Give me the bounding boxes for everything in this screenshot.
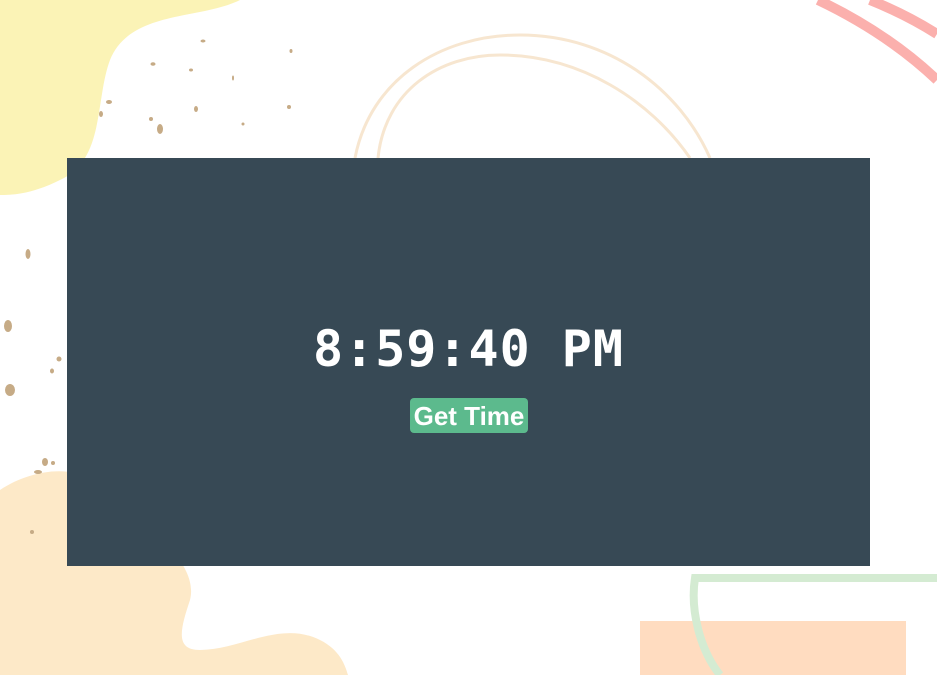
- get-time-button[interactable]: Get Time: [409, 398, 529, 433]
- time-display: 8:59:40 PM: [312, 320, 625, 378]
- pink-stripe-shape: [868, 0, 937, 39]
- page: 8:59:40 PM Get Time: [0, 0, 937, 675]
- peach-rect-shape: [640, 621, 906, 675]
- pink-stripe-shape: [815, 0, 937, 84]
- button-row: Get Time: [0, 398, 937, 433]
- beige-arc-inner-shape: [376, 53, 692, 159]
- beige-arc-shape: [353, 33, 712, 159]
